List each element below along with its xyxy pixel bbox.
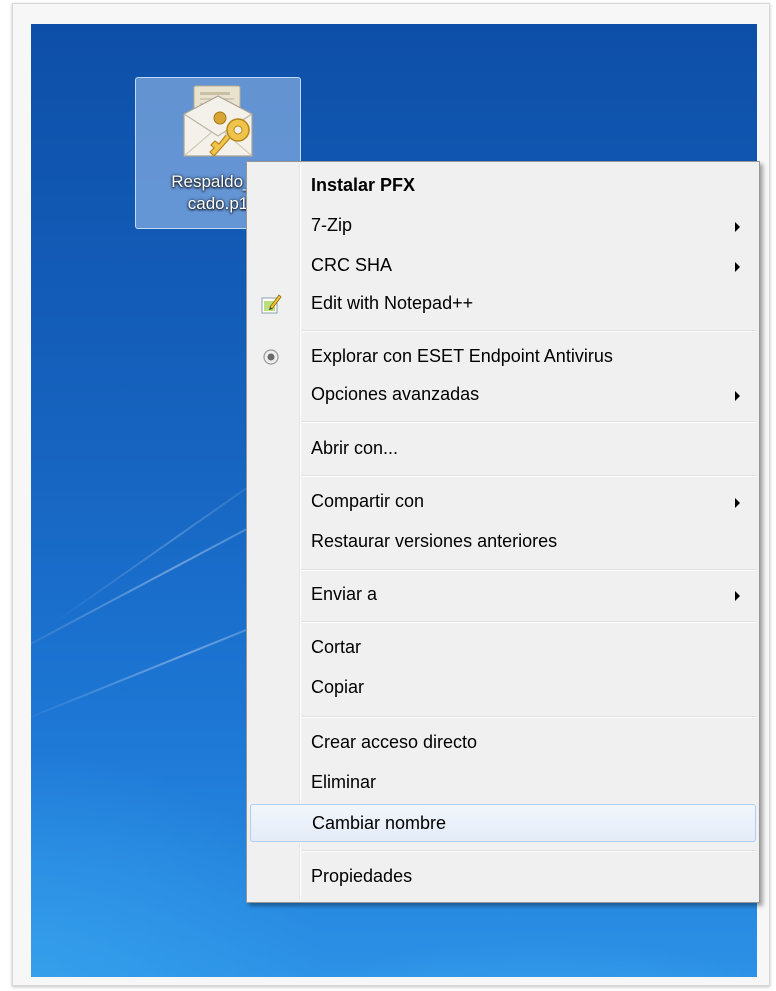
submenu-arrow-icon <box>735 262 740 272</box>
menu-item-label: CRC SHA <box>311 255 393 275</box>
menu-item-crc-sha[interactable]: CRC SHA <box>250 247 756 285</box>
menu-item-label: Copiar <box>311 677 365 697</box>
menu-separator <box>302 716 756 718</box>
menu-item-label: Edit with Notepad++ <box>311 293 474 313</box>
menu-item-label: Crear acceso directo <box>311 732 478 752</box>
menu-item-label: Instalar PFX <box>311 175 416 195</box>
menu-separator <box>302 330 756 332</box>
menu-item-cambiar-nombre[interactable]: Cambiar nombre <box>250 804 756 842</box>
menu-item-label: Propiedades <box>311 866 413 886</box>
menu-item-eliminar[interactable]: Eliminar <box>250 764 756 802</box>
menu-item-label: Eliminar <box>311 772 377 792</box>
menu-item-7zip[interactable]: 7-Zip <box>250 207 756 245</box>
certificate-envelope-key-icon <box>183 85 253 157</box>
menu-item-restaurar-versiones[interactable]: Restaurar versiones anteriores <box>250 523 756 561</box>
menu-item-label: Restaurar versiones anteriores <box>311 531 558 551</box>
context-menu: Instalar PFX 7-Zip CRC SHA Edit with Not… <box>246 161 760 903</box>
menu-item-label: Compartir con <box>311 491 425 511</box>
menu-item-opciones-avanzadas[interactable]: Opciones avanzadas <box>250 376 756 414</box>
menu-separator <box>302 421 756 423</box>
notepad-plus-icon <box>261 294 282 314</box>
menu-item-propiedades[interactable]: Propiedades <box>250 858 756 896</box>
menu-item-cortar[interactable]: Cortar <box>250 629 756 667</box>
menu-item-copiar[interactable]: Copiar <box>250 669 756 707</box>
submenu-arrow-icon <box>735 222 740 232</box>
menu-separator <box>302 621 756 623</box>
menu-item-label: Abrir con... <box>311 438 399 458</box>
menu-item-abrir-con[interactable]: Abrir con... <box>250 430 756 468</box>
menu-item-label: Explorar con ESET Endpoint Antivirus <box>311 346 613 366</box>
submenu-arrow-icon <box>735 591 740 601</box>
menu-item-instalar-pfx[interactable]: Instalar PFX <box>250 167 756 205</box>
submenu-arrow-icon <box>735 391 740 401</box>
menu-item-compartir-con[interactable]: Compartir con <box>250 483 756 521</box>
menu-separator <box>302 569 756 571</box>
menu-item-label: Cambiar nombre <box>312 813 447 833</box>
menu-separator <box>302 475 756 477</box>
menu-item-label: Cortar <box>311 637 362 657</box>
menu-item-label: Enviar a <box>311 584 378 604</box>
menu-item-enviar-a[interactable]: Enviar a <box>250 576 756 614</box>
eset-icon <box>263 349 279 365</box>
menu-item-label: Opciones avanzadas <box>311 384 480 404</box>
menu-item-crear-acceso-directo[interactable]: Crear acceso directo <box>250 724 756 762</box>
submenu-arrow-icon <box>735 498 740 508</box>
menu-item-explorar-eset[interactable]: Explorar con ESET Endpoint Antivirus <box>250 338 756 376</box>
menu-separator <box>302 850 756 852</box>
menu-item-edit-notepadplusplus[interactable]: Edit with Notepad++ <box>250 285 756 323</box>
menu-item-label: 7-Zip <box>311 215 353 235</box>
